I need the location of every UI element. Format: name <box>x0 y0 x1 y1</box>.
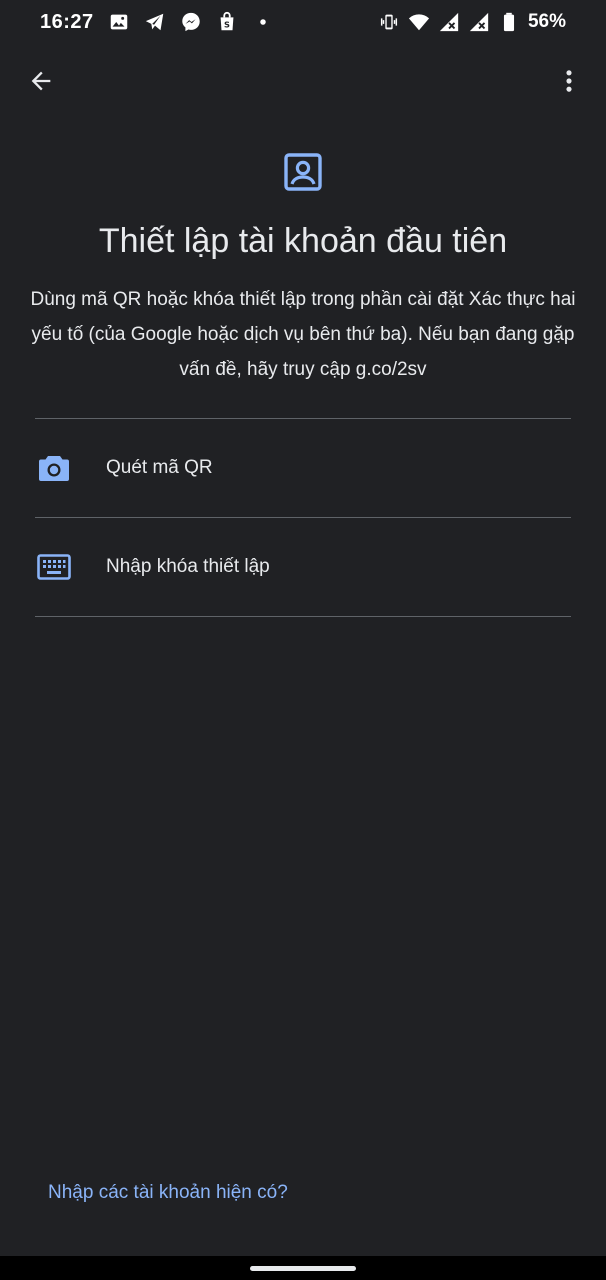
dot-icon <box>252 11 274 33</box>
battery-percent: 56% <box>527 11 566 32</box>
page-title: Thiết lập tài khoản đầu tiên <box>98 222 508 260</box>
app-bar <box>0 52 606 112</box>
status-time: 16:27 <box>40 10 94 33</box>
shopping-bag-icon: S <box>216 11 238 33</box>
camera-icon <box>37 451 71 485</box>
status-left: 16:27 S <box>40 11 274 34</box>
gallery-icon <box>108 11 130 33</box>
svg-text:S: S <box>224 20 230 30</box>
scan-qr-option[interactable]: Quét mã QR <box>35 419 571 517</box>
scan-qr-label: Quét mã QR <box>106 457 213 478</box>
keyboard-icon <box>37 550 71 584</box>
signal-x-icon <box>468 11 490 33</box>
divider <box>35 616 571 617</box>
messenger-icon <box>180 11 202 33</box>
screen: 16:27 S 56% Thiết lập tài khoản đầu tiên… <box>0 0 606 1280</box>
home-gesture-handle[interactable] <box>250 1266 356 1271</box>
telegram-icon <box>144 11 166 33</box>
enter-setup-key-option[interactable]: Nhập khóa thiết lập <box>35 518 571 616</box>
import-existing-accounts-link[interactable]: Nhập các tài khoản hiện có? <box>48 1182 288 1204</box>
status-bar: 16:27 S 56% <box>0 0 606 44</box>
vibrate-icon <box>378 11 400 33</box>
enter-setup-key-label: Nhập khóa thiết lập <box>106 556 270 577</box>
wifi-icon <box>408 11 430 33</box>
battery-icon <box>498 11 520 33</box>
signal-x-icon <box>438 11 460 33</box>
more-vert-icon <box>555 67 583 100</box>
back-button[interactable] <box>22 64 60 102</box>
status-right: 56% <box>378 11 566 33</box>
account-box-icon <box>283 152 323 192</box>
more-options-button[interactable] <box>550 64 588 102</box>
navigation-bar <box>0 1256 606 1280</box>
arrow-back-icon <box>27 67 55 100</box>
page-description: Dùng mã QR hoặc khóa thiết lập trong phầ… <box>30 289 576 380</box>
